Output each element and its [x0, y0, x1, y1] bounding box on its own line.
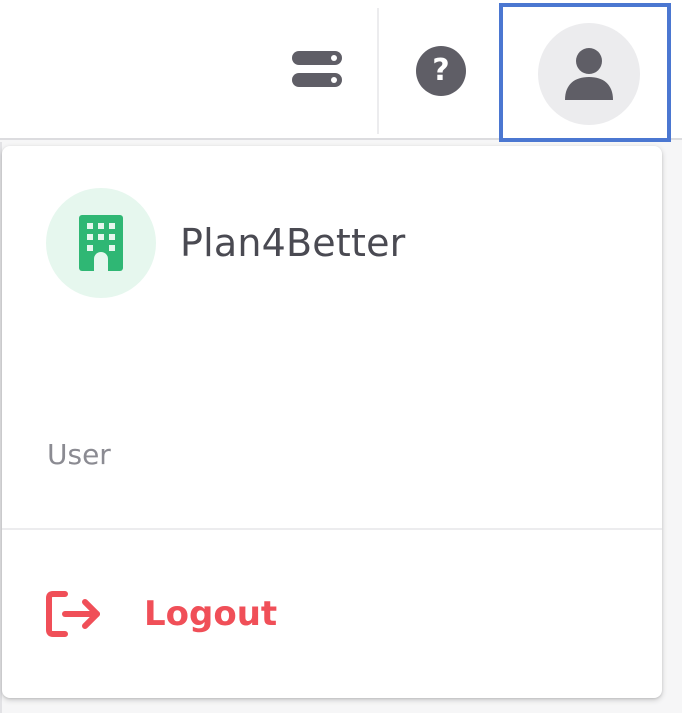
organization-name: Plan4Better: [180, 221, 406, 265]
organization-avatar: [46, 188, 156, 298]
building-icon: [79, 215, 123, 271]
user-menu-button[interactable]: [499, 3, 671, 142]
layers-button[interactable]: [286, 44, 348, 94]
header-divider: [377, 8, 379, 134]
top-header-bar: ?: [0, 0, 682, 142]
avatar: [538, 23, 640, 125]
logout-label: Logout: [144, 594, 278, 634]
logout-menu-item[interactable]: Logout: [2, 530, 662, 698]
organization-row: Plan4Better: [46, 188, 405, 298]
user-icon: [565, 48, 613, 100]
stacked-layers-icon: [292, 51, 342, 87]
help-glyph: ?: [432, 53, 450, 88]
user-role-label: User: [47, 438, 111, 471]
help-button[interactable]: ?: [411, 41, 471, 101]
user-dropdown-menu: Plan4Better User Logout: [2, 146, 662, 698]
question-circle-icon: ?: [416, 46, 466, 96]
logout-arrow-icon: [44, 589, 104, 639]
